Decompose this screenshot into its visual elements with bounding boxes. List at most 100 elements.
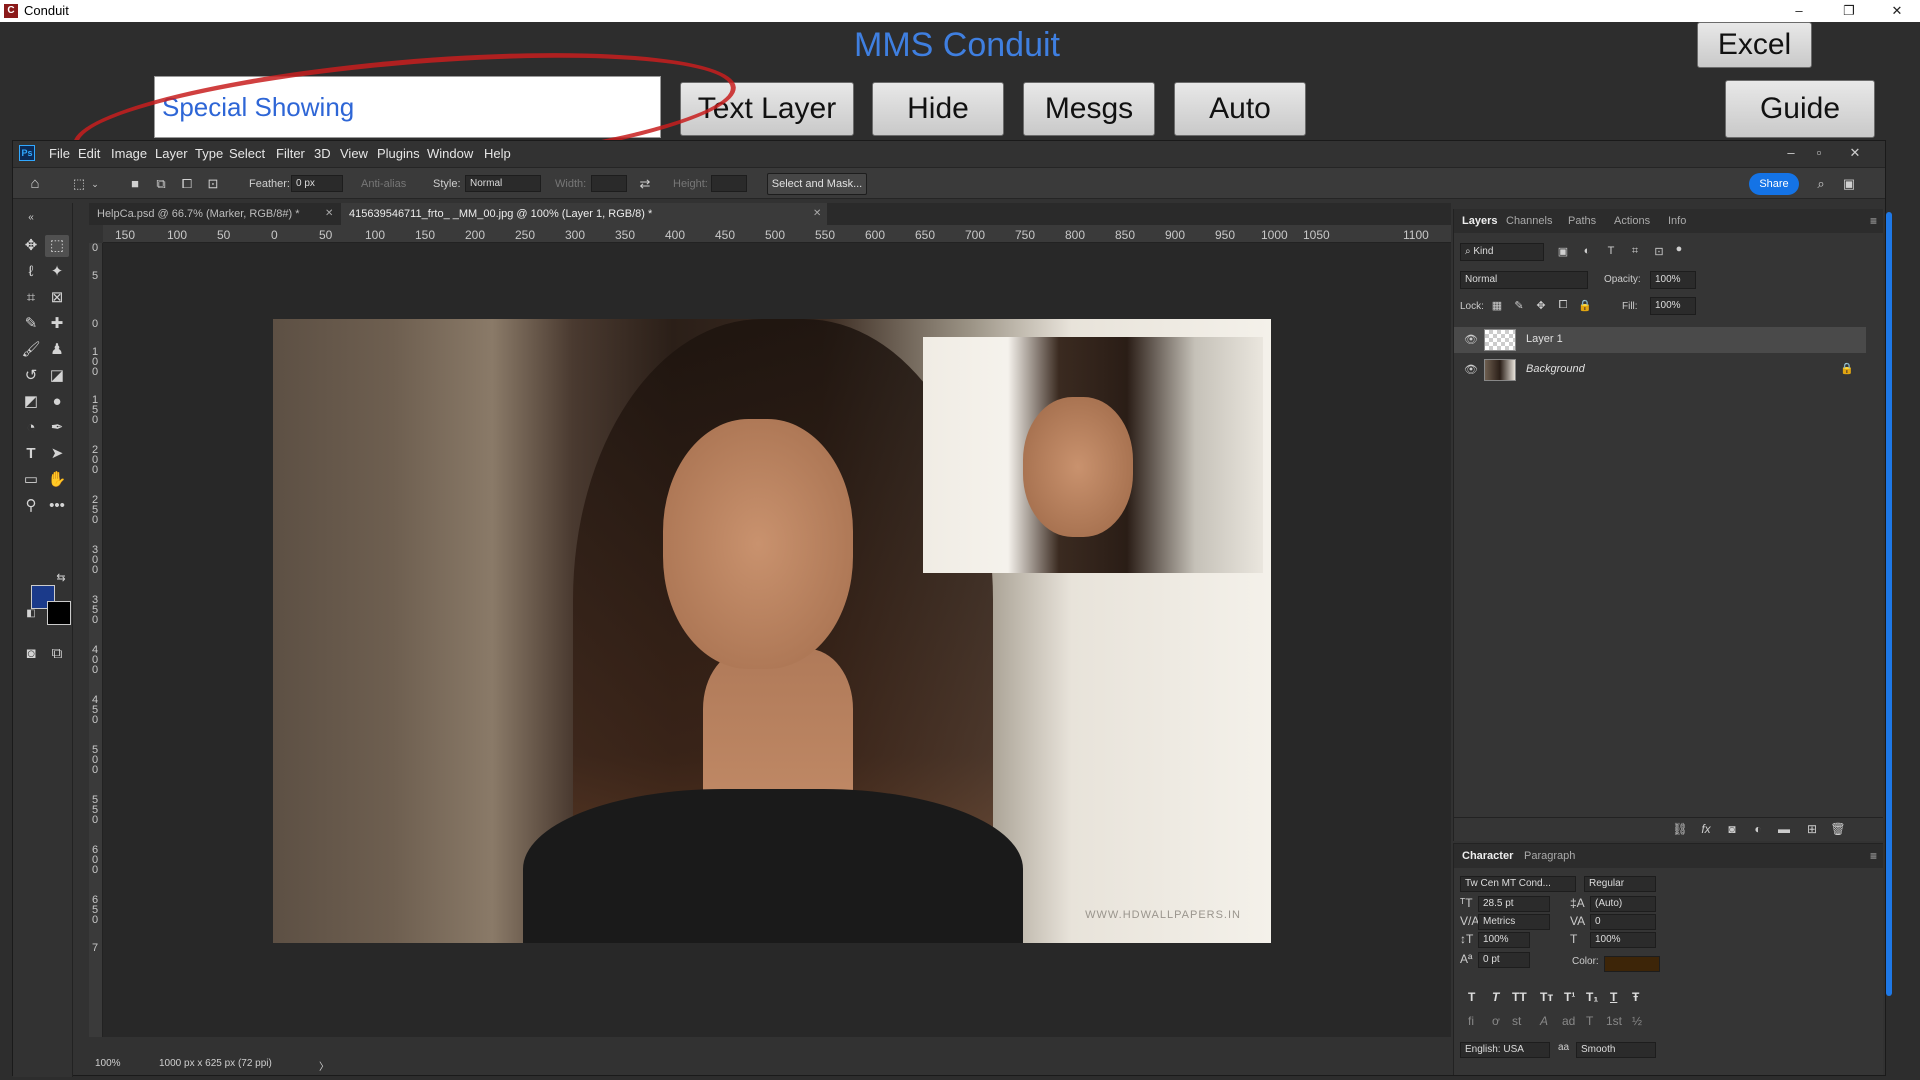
add-selection-icon[interactable]: ⧉: [153, 176, 169, 192]
eraser-tool-icon[interactable]: ◪: [45, 365, 69, 387]
filter-toggle-icon[interactable]: ●: [1672, 243, 1686, 255]
history-brush-tool-icon[interactable]: ↺: [19, 365, 43, 387]
rectangle-tool-icon[interactable]: ▭: [19, 469, 43, 491]
panel-menu-icon[interactable]: ≡: [1870, 849, 1877, 863]
kerning-select[interactable]: Metrics: [1478, 914, 1550, 930]
default-colors-icon[interactable]: ◧: [19, 603, 43, 625]
tab-active-document[interactable]: 415639546711_frto_ _MM_00.jpg @ 100% (La…: [341, 203, 827, 225]
leading-input[interactable]: (Auto): [1590, 896, 1656, 912]
subtract-selection-icon[interactable]: ⧠: [179, 176, 195, 192]
ordinals-button[interactable]: 1st: [1606, 1014, 1622, 1028]
select-and-mask-button[interactable]: Select and Mask...: [767, 173, 867, 195]
search-icon[interactable]: ⌕: [1813, 176, 1829, 192]
filter-shape-icon[interactable]: ⌗: [1628, 245, 1642, 258]
link-layers-icon[interactable]: ⛓: [1672, 822, 1688, 836]
home-icon[interactable]: ⌂: [27, 176, 43, 192]
language-select[interactable]: English: USA: [1460, 1042, 1550, 1058]
filter-smart-object-icon[interactable]: ⊡: [1652, 245, 1666, 258]
filter-adjustment-icon[interactable]: ◐: [1580, 245, 1594, 257]
text-color-swatch[interactable]: [1604, 956, 1660, 972]
style-select[interactable]: Normal: [465, 175, 541, 192]
menu-file[interactable]: File: [49, 146, 70, 161]
tab-actions[interactable]: Actions: [1614, 215, 1650, 227]
font-size-input[interactable]: 28.5 pt: [1478, 896, 1550, 912]
filter-type-icon[interactable]: T: [1604, 245, 1618, 257]
excel-button[interactable]: Excel: [1697, 22, 1812, 68]
dodge-tool-icon[interactable]: ◔: [19, 417, 43, 439]
menu-edit[interactable]: Edit: [78, 146, 100, 161]
new-group-icon[interactable]: ▬: [1776, 822, 1792, 836]
swap-colors-icon[interactable]: ⇆: [49, 567, 73, 589]
marquee-tool-icon[interactable]: ⬚: [45, 235, 69, 257]
eye-icon[interactable]: 👁: [1464, 333, 1478, 346]
new-selection-icon[interactable]: ■: [127, 176, 143, 192]
tab-paths[interactable]: Paths: [1568, 215, 1596, 227]
layer-row-background[interactable]: 👁 Background 🔒: [1454, 357, 1866, 383]
auto-button[interactable]: Auto: [1174, 82, 1306, 136]
collapse-toolbar-icon[interactable]: «: [19, 207, 43, 229]
workspace-icon[interactable]: ▣: [1841, 176, 1857, 192]
eye-icon[interactable]: 👁: [1464, 363, 1478, 376]
layer1-photo[interactable]: [923, 337, 1263, 573]
chevron-down-icon[interactable]: ⌄: [87, 176, 103, 192]
marquee-preset-icon[interactable]: ⬚: [71, 176, 87, 192]
more-tools-icon[interactable]: •••: [45, 495, 69, 517]
titling-alternates-button[interactable]: T: [1586, 1014, 1593, 1028]
tab-layers[interactable]: Layers: [1462, 215, 1497, 227]
menu-plugins[interactable]: Plugins: [377, 146, 420, 161]
antialias-select[interactable]: Smooth: [1576, 1042, 1656, 1058]
faux-italic-button[interactable]: T: [1492, 990, 1499, 1004]
panel-menu-icon[interactable]: ≡: [1870, 214, 1877, 228]
magic-wand-tool-icon[interactable]: ✦: [45, 261, 69, 283]
new-layer-icon[interactable]: ⊞: [1804, 822, 1820, 836]
menu-3d[interactable]: 3D: [314, 146, 331, 161]
eyedropper-tool-icon[interactable]: ✎: [19, 313, 43, 335]
close-button[interactable]: ✕: [1874, 0, 1920, 22]
ligatures-button[interactable]: fi: [1468, 1014, 1474, 1028]
gradient-tool-icon[interactable]: ◩: [19, 391, 43, 413]
swap-icon[interactable]: ⇄: [637, 176, 653, 192]
strikethrough-button[interactable]: Ŧ: [1632, 990, 1639, 1004]
lock-all-icon[interactable]: 🔒: [1578, 299, 1592, 312]
menu-image[interactable]: Image: [111, 146, 147, 161]
restore-button[interactable]: ❐: [1826, 0, 1872, 22]
font-style-select[interactable]: Regular: [1584, 876, 1656, 892]
move-tool-icon[interactable]: ✥: [19, 235, 43, 257]
feather-input[interactable]: 0 px: [291, 175, 343, 192]
path-selection-tool-icon[interactable]: ➤: [45, 443, 69, 465]
mesgs-button[interactable]: Mesgs: [1023, 82, 1155, 136]
lock-image-icon[interactable]: ✎: [1512, 299, 1526, 312]
add-mask-icon[interactable]: ◙: [1724, 822, 1740, 836]
close-icon[interactable]: ✕: [325, 203, 333, 225]
ps-restore-icon[interactable]: ▫: [1805, 143, 1833, 163]
status-arrow-icon[interactable]: 〉: [319, 1058, 329, 1073]
opacity-input[interactable]: 100%: [1650, 271, 1696, 289]
menu-help[interactable]: Help: [484, 146, 511, 161]
background-color-swatch[interactable]: [47, 601, 71, 625]
tab-paragraph[interactable]: Paragraph: [1524, 850, 1575, 862]
zoom-level[interactable]: 100%: [95, 1058, 121, 1069]
screen-mode-icon[interactable]: ⧉: [45, 643, 69, 665]
stylistic-alternates-button[interactable]: ad: [1562, 1014, 1575, 1028]
hand-tool-icon[interactable]: ✋: [45, 469, 69, 491]
lock-transparent-icon[interactable]: ▦: [1490, 299, 1504, 312]
menu-window[interactable]: Window: [427, 146, 473, 161]
crop-tool-icon[interactable]: ⌗: [19, 287, 43, 309]
type-tool-icon[interactable]: T: [19, 443, 43, 465]
menu-layer[interactable]: Layer: [155, 146, 188, 161]
old-style-button[interactable]: ơ: [1492, 1014, 1500, 1028]
ps-close-icon[interactable]: ✕: [1841, 143, 1869, 163]
tab-helpca[interactable]: HelpCa.psd @ 66.7% (Marker, RGB/8#) *: [89, 203, 325, 225]
blur-tool-icon[interactable]: ●: [45, 391, 69, 413]
tab-info[interactable]: Info: [1668, 215, 1686, 227]
lasso-tool-icon[interactable]: ℓ: [19, 261, 43, 283]
layer-row-layer1[interactable]: 👁 Layer 1: [1454, 327, 1866, 353]
adjustment-layer-icon[interactable]: ◐: [1750, 822, 1766, 836]
all-caps-button[interactable]: TT: [1512, 990, 1527, 1004]
horizontal-scale-input[interactable]: 100%: [1590, 932, 1656, 948]
tab-character[interactable]: Character: [1462, 850, 1513, 862]
brush-tool-icon[interactable]: 🖌: [19, 339, 43, 361]
discretionary-ligatures-button[interactable]: st: [1512, 1014, 1521, 1028]
lock-artboard-icon[interactable]: ⧠: [1556, 299, 1570, 312]
stamp-tool-icon[interactable]: ♟: [45, 339, 69, 361]
